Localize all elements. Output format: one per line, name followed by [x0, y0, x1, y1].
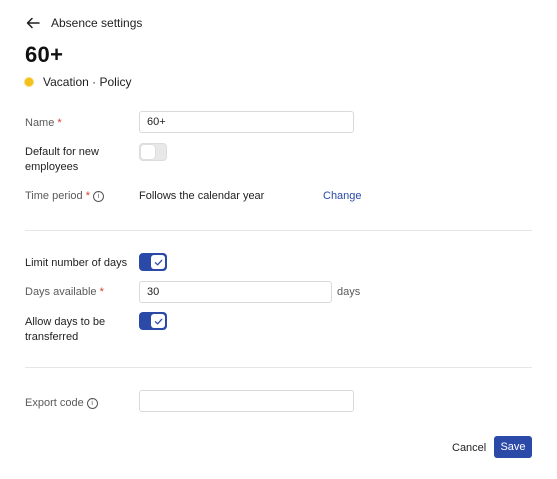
- change-link[interactable]: Change: [323, 190, 362, 202]
- export-code-field[interactable]: [139, 390, 354, 412]
- policy-subtitle-text: Vacation · Policy: [43, 75, 132, 89]
- days-unit: days: [337, 286, 361, 298]
- back-nav[interactable]: Absence settings: [25, 14, 142, 32]
- days-available-label: Days available *: [25, 286, 104, 298]
- time-period-value: Follows the calendar year: [139, 190, 265, 202]
- default-new-label: Default for new employees: [25, 146, 99, 173]
- required-mark: *: [99, 286, 104, 298]
- divider: [25, 367, 532, 368]
- days-available-field[interactable]: 30: [139, 281, 332, 303]
- sun-icon: [25, 78, 33, 86]
- check-icon: [151, 314, 165, 328]
- arrow-left-icon[interactable]: [25, 15, 41, 31]
- back-label[interactable]: Absence settings: [51, 16, 142, 30]
- cancel-button[interactable]: Cancel: [452, 442, 486, 454]
- divider: [25, 230, 532, 231]
- export-code-label: Export code i: [25, 396, 98, 411]
- policy-subtitle: Vacation · Policy: [25, 75, 131, 89]
- default-new-toggle[interactable]: [139, 143, 167, 161]
- allow-transfer-label: Allow days to be transferred: [25, 316, 106, 343]
- required-mark: *: [85, 190, 91, 202]
- name-field[interactable]: 60+: [139, 111, 354, 133]
- check-icon: [151, 255, 165, 269]
- limit-days-toggle[interactable]: [139, 253, 167, 271]
- save-button[interactable]: Save: [494, 436, 532, 458]
- info-icon[interactable]: i: [86, 397, 98, 409]
- toggle-knob: [141, 145, 155, 159]
- allow-transfer-toggle[interactable]: [139, 312, 167, 330]
- page-title: 60+: [25, 42, 64, 67]
- name-label: Name *: [25, 117, 62, 129]
- required-mark: *: [57, 117, 62, 129]
- limit-days-label: Limit number of days: [25, 257, 128, 269]
- info-icon[interactable]: i: [93, 190, 105, 202]
- time-period-label: Time period * i: [25, 189, 105, 204]
